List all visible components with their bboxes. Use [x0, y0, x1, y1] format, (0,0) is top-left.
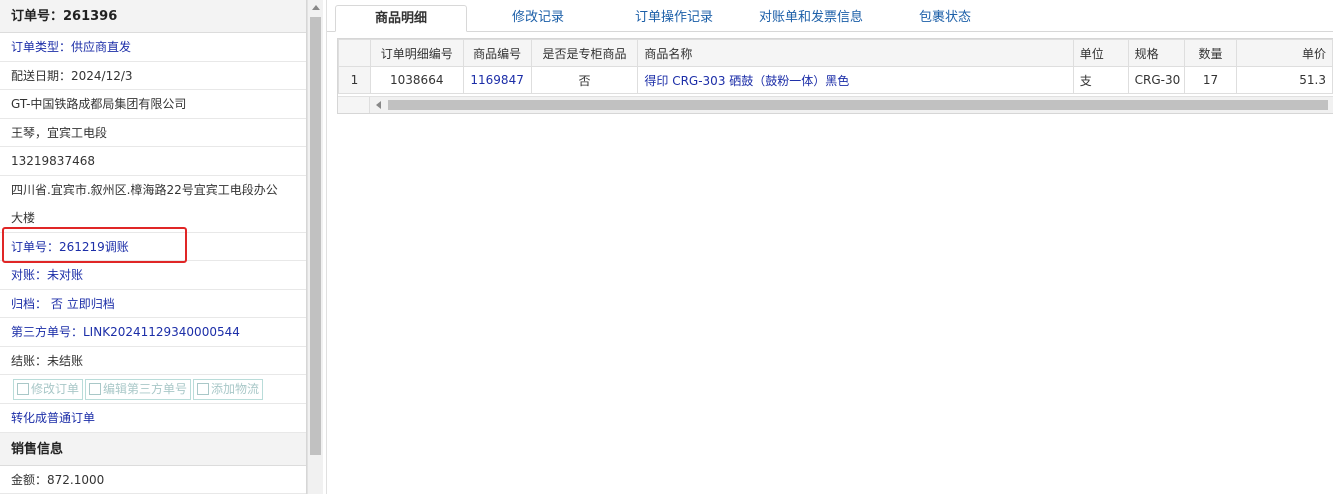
scroll-left-arrow-icon[interactable] [376, 101, 381, 109]
quantity-cell: 17 [1183, 66, 1238, 94]
edit-icon [197, 383, 210, 395]
customer-company: GT-中国铁路成都局集团有限公司 [0, 90, 306, 119]
tab-package-status[interactable]: 包裹状态 [895, 5, 995, 32]
column-header-spec[interactable]: 规格 [1127, 39, 1185, 67]
order-type: 订单类型：供应商直发 [0, 33, 306, 62]
tab-statement-invoice[interactable]: 对账单和发票信息 [741, 5, 881, 32]
table-row[interactable]: 1 1038664 1169847 否 得印 CRG-303 硒鼓（鼓粉一体）黑… [338, 66, 1333, 94]
scrollbar-corner [338, 97, 370, 113]
settle-status: 结账：未结账 [0, 347, 306, 375]
column-header-detail-no[interactable]: 订单明细编号 [369, 39, 464, 67]
spec-cell: CRG-30 [1127, 66, 1185, 94]
product-name-link[interactable]: 得印 CRG-303 硒鼓（鼓粉一体）黑色 [637, 66, 1074, 94]
edit-third-party-no-button[interactable]: 编辑第三方单号 [85, 379, 192, 400]
archive-now-link[interactable]: 立即归档 [67, 297, 115, 311]
scroll-up-arrow-icon[interactable] [312, 5, 320, 10]
add-logistics-button[interactable]: 添加物流 [193, 379, 264, 400]
archive-label: 归档： [11, 296, 48, 311]
order-amount: 金额：872.1000 [0, 466, 306, 494]
reconcile-status: 对账：未对账 [0, 261, 306, 290]
customer-contact: 王琴，宜宾工电段 [0, 119, 306, 147]
column-header-rownum [338, 39, 371, 67]
convert-to-normal-order-link[interactable]: 转化成普通订单 [0, 404, 306, 433]
product-no-link[interactable]: 1169847 [462, 66, 532, 94]
customer-phone: 13219837468 [0, 147, 306, 176]
detail-no-cell: 1038664 [369, 66, 464, 94]
column-header-counter-product[interactable]: 是否是专柜商品 [530, 39, 639, 67]
edit-order-button[interactable]: 修改订单 [13, 379, 84, 400]
order-info-panel: 订单号：261396 订单类型：供应商直发 配送日期：2024/12/3 GT-… [0, 0, 307, 494]
order-title: 订单号：261396 [0, 0, 306, 33]
tab-order-operation-records[interactable]: 订单操作记录 [609, 5, 739, 32]
counter-product-cell: 否 [530, 66, 639, 94]
horizontal-scrollbar-thumb[interactable] [388, 100, 1328, 110]
order-action-buttons: 修改订单 编辑第三方单号 添加物流 [0, 375, 306, 404]
edit-icon [89, 383, 102, 395]
column-header-unit-price[interactable]: 单价 [1236, 39, 1333, 67]
order-detail-window: 订单号：261396 订单类型：供应商直发 配送日期：2024/12/3 GT-… [0, 0, 1333, 494]
tab-product-details[interactable]: 商品明细 [335, 5, 467, 32]
delivery-address: 四川省.宜宾市.叙州区.樟海路22号宜宾工电段办公大楼 [0, 176, 306, 233]
product-table: 订单明细编号 商品编号 是否是专柜商品 商品名称 单位 规格 数量 单价 1 1… [338, 39, 1333, 94]
left-panel-scrollbar[interactable] [307, 0, 323, 494]
edit-icon [17, 383, 29, 395]
detail-panel: 商品明细 修改记录 订单操作记录 对账单和发票信息 包裹状态 订单明细编号 商品… [326, 0, 1333, 494]
column-header-unit[interactable]: 单位 [1072, 39, 1129, 67]
unit-cell: 支 [1072, 66, 1129, 94]
grid-horizontal-scrollbar[interactable] [338, 96, 1333, 113]
detail-tabs: 商品明细 修改记录 订单操作记录 对账单和发票信息 包裹状态 [327, 0, 1333, 32]
column-header-product-name[interactable]: 商品名称 [637, 39, 1074, 67]
archive-row: 归档： 否 立即归档 [0, 290, 306, 318]
delivery-date: 配送日期：2024/12/3 [0, 62, 306, 90]
tab-modify-records[interactable]: 修改记录 [477, 5, 599, 32]
unit-price-cell: 51.3 [1236, 66, 1333, 94]
scrollbar-thumb[interactable] [310, 17, 321, 455]
order-ref-highlight-box [2, 227, 187, 263]
third-party-order-no: 第三方单号：LINK20241129340000544 [0, 318, 306, 347]
product-grid: 订单明细编号 商品编号 是否是专柜商品 商品名称 单位 规格 数量 单价 1 1… [337, 38, 1333, 114]
archive-value: 否 [50, 296, 63, 311]
sales-info-header: 销售信息 [0, 432, 306, 466]
column-header-product-no[interactable]: 商品编号 [462, 39, 532, 67]
column-header-quantity[interactable]: 数量 [1183, 39, 1238, 67]
table-header-row: 订单明细编号 商品编号 是否是专柜商品 商品名称 单位 规格 数量 单价 [338, 39, 1333, 67]
row-number: 1 [338, 66, 371, 94]
